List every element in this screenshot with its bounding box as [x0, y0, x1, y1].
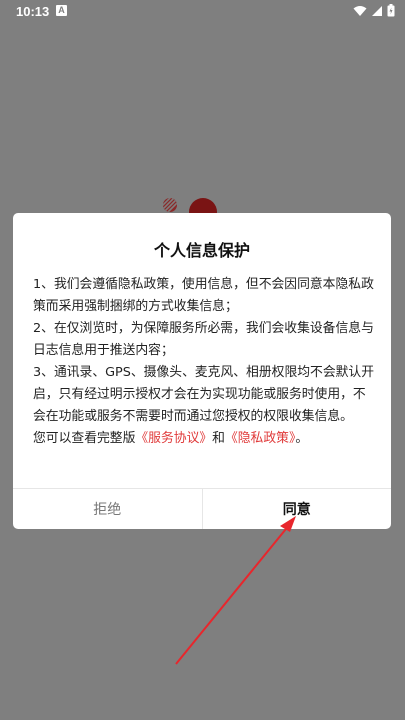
status-icons — [353, 4, 395, 17]
policy-paragraph-1: 1、我们会遵循隐私政策，使用信息，但不会因同意本隐私政策而采用强制捆绑的方式收集… — [33, 277, 374, 314]
dialog-body: 1、我们会遵循隐私政策，使用信息，但不会因同意本隐私政策而采用强制捆绑的方式收集… — [33, 274, 375, 450]
agree-button[interactable]: 同意 — [203, 489, 392, 529]
notification-icon: A — [56, 5, 67, 16]
service-agreement-link[interactable]: 《服务协议》 — [135, 431, 212, 446]
policy-paragraph-3: 3、通讯录、GPS、摄像头、麦克风、相册权限均不会默认开启，只有经过明示授权才会… — [33, 365, 375, 424]
wifi-icon — [353, 5, 367, 16]
privacy-dialog: 个人信息保护 1、我们会遵循隐私政策，使用信息，但不会因同意本隐私政策而采用强制… — [13, 213, 391, 529]
footer-and: 和 — [212, 431, 225, 446]
footer-prefix: 您可以查看完整版 — [33, 431, 136, 446]
battery-icon — [387, 4, 395, 17]
privacy-policy-link[interactable]: 《隐私政策》 — [225, 431, 295, 446]
policy-paragraph-2: 2、在仅浏览时，为保障服务所必需，我们会收集设备信息与日志信息用于推送内容； — [33, 321, 374, 358]
dialog-button-row: 拒绝 同意 — [13, 488, 391, 529]
signal-icon — [372, 5, 382, 16]
reject-button[interactable]: 拒绝 — [13, 489, 203, 529]
policy-footer: 您可以查看完整版《服务协议》和《隐私政策》。 — [33, 428, 375, 450]
footer-suffix: 。 — [295, 431, 309, 446]
dialog-title: 个人信息保护 — [153, 241, 250, 260]
status-time: 10:13 — [16, 4, 50, 19]
status-bar: 10:13 A — [0, 0, 405, 24]
